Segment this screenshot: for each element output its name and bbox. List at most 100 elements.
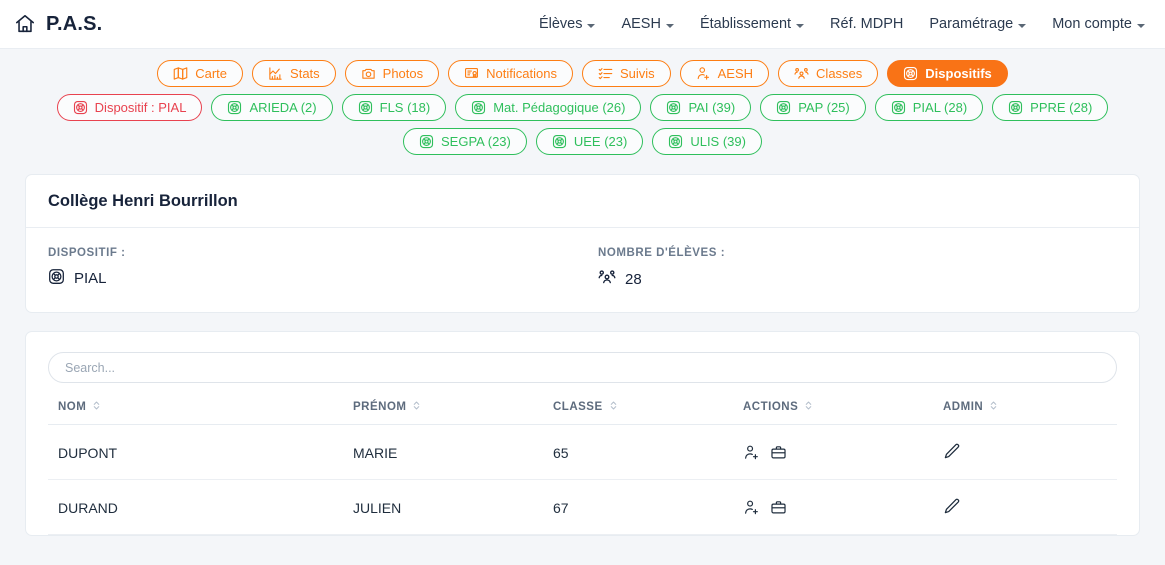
dispositif-value: PIAL <box>74 270 107 287</box>
brand-title: P.A.S. <box>46 12 103 35</box>
column-header-classe[interactable]: CLASSE <box>553 400 743 425</box>
students-table-card: NOM PRÉNOM <box>25 331 1140 536</box>
cell-nom: DUPONT <box>48 424 353 480</box>
filter-dispositif-pial-selected[interactable]: Dispositif : PIAL <box>56 94 203 121</box>
school-card: Collège Henri Bourrillon DISPOSITIF : PI… <box>25 174 1140 313</box>
filter-fls[interactable]: FLS (18) <box>341 94 447 121</box>
sort-icon[interactable] <box>989 400 998 414</box>
tab-label: Suivis <box>619 66 655 81</box>
pencil-icon[interactable] <box>943 442 961 460</box>
nav-link-label: Paramétrage <box>929 16 1014 32</box>
certificate-icon <box>464 66 479 81</box>
filter-ppre[interactable]: PPRE (28) <box>992 94 1109 121</box>
nav-link-label: AESH <box>621 16 661 32</box>
cell-classe: 65 <box>553 424 743 480</box>
student-count-info: NOMBRE D'ÉLÈVES : 28 <box>598 247 725 290</box>
tab-aesh[interactable]: AESH <box>679 60 770 87</box>
nav-link-parametrage[interactable]: Paramétrage <box>929 16 1027 32</box>
chevron-down-icon <box>1018 23 1027 28</box>
nav-link-label: Établissement <box>699 16 792 32</box>
tab-dispositifs[interactable]: Dispositifs <box>887 60 1008 87</box>
cell-admin <box>943 424 1117 480</box>
nav-link-aesh[interactable]: AESH <box>621 16 674 32</box>
briefcase-icon[interactable] <box>770 499 787 516</box>
students-table-body: DUPONT MARIE 65 DURAND JULIEN 67 <box>48 424 1117 535</box>
lifebuoy-icon <box>419 134 434 149</box>
lifebuoy-icon <box>358 100 373 115</box>
dispositif-info: DISPOSITIF : PIAL <box>48 247 598 290</box>
column-header-actions[interactable]: ACTIONS <box>743 400 943 425</box>
home-icon[interactable] <box>14 13 36 35</box>
sort-icon[interactable] <box>92 400 101 414</box>
nav-link-ref-mdph[interactable]: Réf. MDPH <box>830 16 903 32</box>
sort-icon[interactable] <box>412 400 421 414</box>
cell-prenom: MARIE <box>353 424 553 480</box>
table-row[interactable]: DUPONT MARIE 65 <box>48 424 1117 480</box>
tab-stats[interactable]: Stats <box>252 60 336 87</box>
lifebuoy-icon <box>1008 100 1023 115</box>
tab-classes[interactable]: Classes <box>778 60 879 87</box>
column-header-prenom[interactable]: PRÉNOM <box>353 400 553 425</box>
checklist-icon <box>598 66 613 81</box>
pencil-icon[interactable] <box>943 497 961 515</box>
filter-segpa[interactable]: SEGPA (23) <box>403 128 527 155</box>
filter-label: SEGPA (23) <box>441 134 511 149</box>
lifebuoy-icon <box>666 100 681 115</box>
filter-label: FLS (18) <box>379 100 431 115</box>
table-header-row: NOM PRÉNOM CLASSE ACTIONS ADMIN <box>48 400 1117 425</box>
person-plus-icon[interactable] <box>743 499 760 516</box>
camera-icon <box>361 66 376 81</box>
filter-arieda[interactable]: ARIEDA (2) <box>211 94 333 121</box>
page-title: Collège Henri Bourrillon <box>48 192 238 210</box>
chevron-down-icon <box>665 23 674 28</box>
cell-actions <box>743 424 943 480</box>
filter-label: Dispositif : PIAL <box>94 100 187 115</box>
school-card-header: Collège Henri Bourrillon <box>26 175 1139 228</box>
table-row[interactable]: DURAND JULIEN 67 <box>48 479 1117 535</box>
person-plus-icon <box>696 66 711 81</box>
pill-toolbar: Carte Stats Photos Notifications Suivis … <box>0 49 1165 168</box>
tab-carte[interactable]: Carte <box>157 60 244 87</box>
students-table-head: NOM PRÉNOM CLASSE ACTIONS ADMIN <box>48 400 1117 425</box>
person-plus-icon[interactable] <box>743 444 760 461</box>
column-label: PRÉNOM <box>353 401 407 413</box>
lifebuoy-icon <box>73 100 88 115</box>
cell-admin <box>943 479 1117 535</box>
tab-photos[interactable]: Photos <box>344 60 440 87</box>
filter-label: UEE (23) <box>573 134 628 149</box>
filter-pai[interactable]: PAI (39) <box>650 94 752 121</box>
tab-label: Carte <box>195 66 228 81</box>
column-header-admin[interactable]: ADMIN <box>943 400 1117 425</box>
nav-link-label: Élèves <box>538 16 583 32</box>
filter-pial[interactable]: PIAL (28) <box>874 94 984 121</box>
lifebuoy-icon <box>471 100 486 115</box>
filter-mat-pedagogique[interactable]: Mat. Pédagogique (26) <box>455 94 642 121</box>
sort-icon[interactable] <box>804 400 813 414</box>
cell-prenom: JULIEN <box>353 479 553 535</box>
brand[interactable]: P.A.S. <box>14 13 102 36</box>
dispositif-label: DISPOSITIF : <box>48 247 126 259</box>
nav-link-eleves[interactable]: Élèves <box>539 16 596 32</box>
nav-link-etablissement[interactable]: Établissement <box>699 16 805 32</box>
filter-uee[interactable]: UEE (23) <box>535 128 644 155</box>
module-tabs-row: Carte Stats Photos Notifications Suivis … <box>0 60 1165 87</box>
lifebuoy-icon <box>668 134 683 149</box>
tab-notifications[interactable]: Notifications <box>448 60 573 87</box>
tab-label: AESH <box>717 66 754 81</box>
nav-link-label: Mon compte <box>1052 16 1132 32</box>
cell-nom: DURAND <box>48 479 353 535</box>
lifebuoy-icon <box>48 268 65 289</box>
filter-pap[interactable]: PAP (25) <box>760 94 866 121</box>
school-info-grid: DISPOSITIF : PIAL NOMBRE D'ÉLÈVES : 28 <box>48 247 1117 290</box>
filter-ulis[interactable]: ULIS (39) <box>652 128 762 155</box>
sort-icon[interactable] <box>609 400 618 414</box>
tab-suivis[interactable]: Suivis <box>581 60 671 87</box>
column-header-nom[interactable]: NOM <box>48 400 353 425</box>
cell-actions <box>743 479 943 535</box>
nav-link-mon-compte[interactable]: Mon compte <box>1052 16 1145 32</box>
search-input[interactable] <box>48 352 1117 383</box>
filter-label: ULIS (39) <box>690 134 746 149</box>
briefcase-icon[interactable] <box>770 444 787 461</box>
filter-label: PIAL (28) <box>912 100 968 115</box>
cell-classe: 67 <box>553 479 743 535</box>
